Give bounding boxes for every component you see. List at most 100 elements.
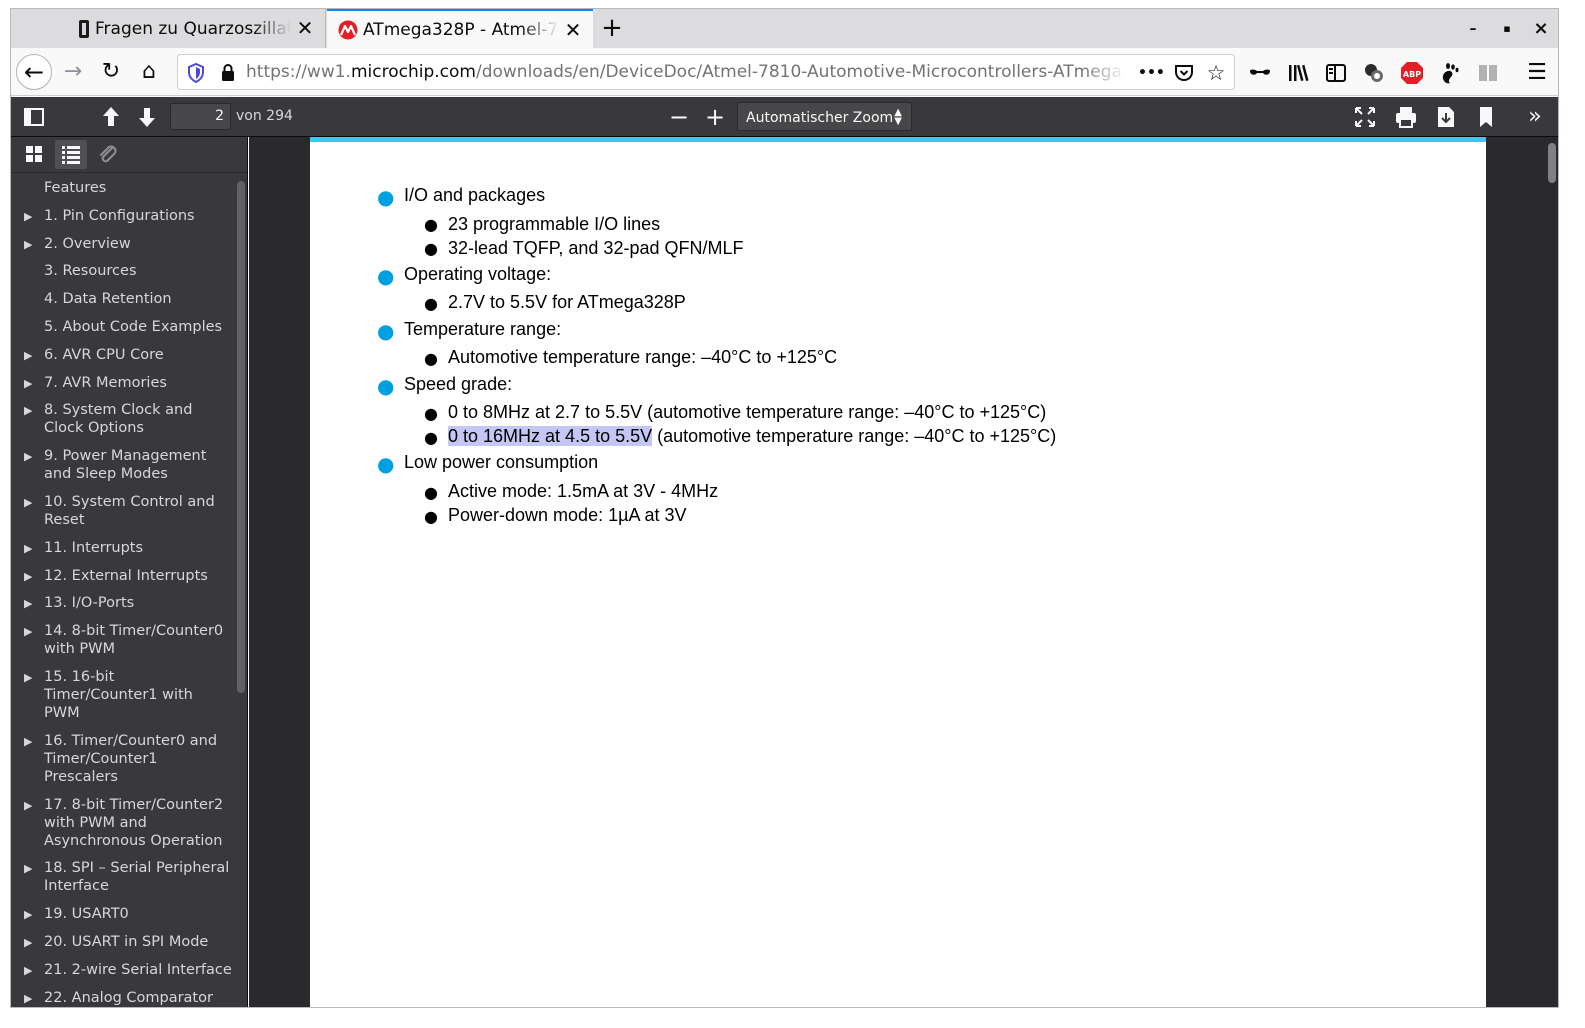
expand-toggle-icon[interactable]: ▶ bbox=[24, 236, 32, 254]
outline-item[interactable]: ▶ 12. External Interrupts bbox=[11, 567, 236, 585]
zoom-select[interactable]: Automatischer Zoom ▲ ▼ bbox=[737, 102, 912, 131]
outline-item[interactable]: 5. About Code Examples bbox=[11, 318, 236, 336]
zoom-in-button[interactable]: + bbox=[701, 103, 729, 131]
outline-item[interactable]: ▶ 18. SPI – Serial Peripheral Interface bbox=[11, 859, 236, 895]
url-text[interactable]: https://ww1.microchip.com/downloads/en/D… bbox=[246, 62, 1126, 82]
outline-item[interactable]: 4. Data Retention bbox=[11, 290, 236, 308]
new-tab-button[interactable]: + bbox=[599, 15, 625, 41]
outline-item[interactable]: ▶ 7. AVR Memories bbox=[11, 374, 236, 392]
expand-toggle-icon[interactable]: ▶ bbox=[24, 448, 32, 466]
expand-toggle-icon[interactable]: ▶ bbox=[24, 623, 32, 641]
page-top-rule bbox=[310, 137, 1486, 142]
outline-item[interactable]: ▶ 14. 8-bit Timer/Counter0 with PWM bbox=[11, 622, 236, 658]
zoom-out-button[interactable]: − bbox=[665, 103, 693, 131]
back-button[interactable]: ← bbox=[16, 54, 52, 90]
next-page-icon[interactable] bbox=[133, 103, 161, 131]
outline-item-label: 10. System Control and Reset bbox=[44, 493, 215, 528]
extension-icon[interactable] bbox=[1361, 60, 1387, 86]
page-number-input[interactable]: 2 bbox=[170, 103, 231, 130]
expand-toggle-icon[interactable]: ▶ bbox=[24, 860, 32, 878]
expand-toggle-icon[interactable]: ▶ bbox=[24, 990, 32, 1007]
presentation-mode-icon[interactable] bbox=[1351, 103, 1379, 131]
tab-atmega328p[interactable]: ATmega328P - Atmel-7810 ✕ bbox=[327, 9, 593, 48]
outline-item[interactable]: ▶ 9. Power Management and Sleep Modes bbox=[11, 447, 236, 483]
outline-item-label: 11. Interrupts bbox=[44, 539, 144, 556]
thumbnails-view-icon[interactable] bbox=[18, 140, 50, 169]
expand-toggle-icon[interactable]: ▶ bbox=[24, 733, 32, 751]
item-bullet: ● bbox=[424, 215, 438, 234]
minimize-button[interactable]: – bbox=[1461, 17, 1485, 41]
expand-toggle-icon[interactable]: ▶ bbox=[24, 669, 32, 687]
adblock-plus-icon[interactable]: ABP bbox=[1399, 60, 1425, 86]
download-icon[interactable] bbox=[1432, 103, 1460, 131]
outline-item[interactable]: ▶ 11. Interrupts bbox=[11, 539, 236, 557]
gnome-extension-icon[interactable] bbox=[1437, 60, 1463, 86]
expand-toggle-icon[interactable]: ▶ bbox=[24, 797, 32, 815]
maximize-button[interactable]: ▪ bbox=[1495, 17, 1519, 41]
close-tab-icon[interactable]: ✕ bbox=[563, 20, 583, 40]
previous-page-icon[interactable] bbox=[97, 103, 125, 131]
toggle-sidebar-icon[interactable] bbox=[20, 103, 48, 131]
section-bullet: ● bbox=[377, 264, 395, 288]
expand-toggle-icon[interactable]: ▶ bbox=[24, 595, 32, 613]
library-icon[interactable] bbox=[1285, 60, 1311, 86]
outline-item[interactable]: ▶ 15. 16-bit Timer/Counter1 with PWM bbox=[11, 668, 236, 722]
outline-item[interactable]: ▶ 20. USART in SPI Mode bbox=[11, 933, 236, 951]
expand-toggle-icon[interactable]: ▶ bbox=[24, 568, 32, 586]
outline-item[interactable]: ▶ 13. I/O-Ports bbox=[11, 594, 236, 612]
outline-view-icon[interactable] bbox=[55, 140, 87, 169]
print-icon[interactable] bbox=[1392, 103, 1420, 131]
bookmark-star-icon[interactable]: ☆ bbox=[1204, 61, 1228, 85]
item-bullet: ● bbox=[424, 404, 438, 423]
url-bar[interactable]: https://ww1.microchip.com/downloads/en/D… bbox=[177, 54, 1235, 90]
sidebar-toggle-icon[interactable] bbox=[1323, 60, 1349, 86]
attachments-view-icon[interactable] bbox=[92, 140, 124, 169]
close-tab-icon[interactable]: ✕ bbox=[295, 18, 315, 38]
outline-item[interactable]: Features bbox=[11, 179, 236, 197]
reader-extension-icon[interactable] bbox=[1475, 60, 1501, 86]
reload-button[interactable]: ↻ bbox=[95, 56, 127, 88]
outline-item[interactable]: ▶ 8. System Clock and Clock Options bbox=[11, 401, 236, 437]
bookmark-icon[interactable] bbox=[1472, 103, 1500, 131]
outline-item[interactable]: ▶ 22. Analog Comparator bbox=[11, 989, 236, 1007]
expand-toggle-icon[interactable]: ▶ bbox=[24, 402, 32, 420]
outline-item[interactable]: ▶ 19. USART0 bbox=[11, 905, 236, 923]
home-button[interactable]: ⌂ bbox=[133, 56, 165, 88]
expand-toggle-icon[interactable]: ▶ bbox=[24, 494, 32, 512]
outline-item[interactable]: ▶ 6. AVR CPU Core bbox=[11, 346, 236, 364]
outline-item[interactable]: ▶ 2. Overview bbox=[11, 235, 236, 253]
outline-item[interactable]: ▶ 10. System Control and Reset bbox=[11, 493, 236, 529]
expand-toggle-icon[interactable]: ▶ bbox=[24, 934, 32, 952]
section-bullet: ● bbox=[377, 452, 395, 476]
outline-item[interactable]: ▶ 21. 2-wire Serial Interface bbox=[11, 961, 236, 979]
private-mask-icon[interactable] bbox=[1247, 60, 1273, 86]
viewer-scrollbar[interactable] bbox=[1548, 143, 1556, 183]
sidebar-scrollbar[interactable] bbox=[237, 181, 245, 693]
outline-item[interactable]: 3. Resources bbox=[11, 262, 236, 280]
forward-button[interactable]: → bbox=[57, 56, 89, 88]
close-window-button[interactable]: × bbox=[1529, 17, 1553, 41]
outline-item[interactable]: ▶ 17. 8-bit Timer/Counter2 with PWM and A… bbox=[11, 796, 236, 850]
expand-toggle-icon[interactable]: ▶ bbox=[24, 375, 32, 393]
temperature-heading: Temperature range: bbox=[404, 319, 562, 339]
page-actions-button[interactable]: ••• bbox=[1138, 61, 1165, 85]
expand-toggle-icon[interactable]: ▶ bbox=[24, 540, 32, 558]
tools-menu-icon[interactable]: » bbox=[1521, 103, 1549, 131]
pdf-viewer[interactable]: ● I/O and packages ● 23 programmable I/O… bbox=[249, 137, 1558, 1007]
lock-icon[interactable] bbox=[216, 61, 240, 85]
voltage-heading: Operating voltage: bbox=[404, 264, 552, 284]
expand-toggle-icon[interactable]: ▶ bbox=[24, 962, 32, 980]
tracking-protection-shield-icon[interactable] bbox=[184, 61, 208, 85]
pocket-icon[interactable] bbox=[1172, 61, 1196, 85]
expand-toggle-icon[interactable]: ▶ bbox=[24, 347, 32, 365]
tab-fragen-quarzoszillatoren[interactable]: Fragen zu Quarzoszillatoren ✕ bbox=[61, 9, 326, 48]
hamburger-menu-icon[interactable]: ☰ bbox=[1524, 60, 1550, 86]
power-item: Active mode: 1.5mA at 3V - 4MHz bbox=[448, 481, 719, 501]
selected-text[interactable]: 0 to 16MHz at 4.5 to 5.5V bbox=[448, 426, 653, 446]
outline-item[interactable]: ▶ 16. Timer/Counter0 and Timer/Counter1 P… bbox=[11, 732, 236, 786]
outline-item-label: 15. 16-bit Timer/Counter1 with PWM bbox=[44, 668, 193, 721]
outline-item[interactable]: ▶ 1. Pin Configurations bbox=[11, 207, 236, 225]
outline-item-label: 12. External Interrupts bbox=[44, 567, 208, 584]
expand-toggle-icon[interactable]: ▶ bbox=[24, 906, 32, 924]
expand-toggle-icon[interactable]: ▶ bbox=[24, 208, 32, 226]
